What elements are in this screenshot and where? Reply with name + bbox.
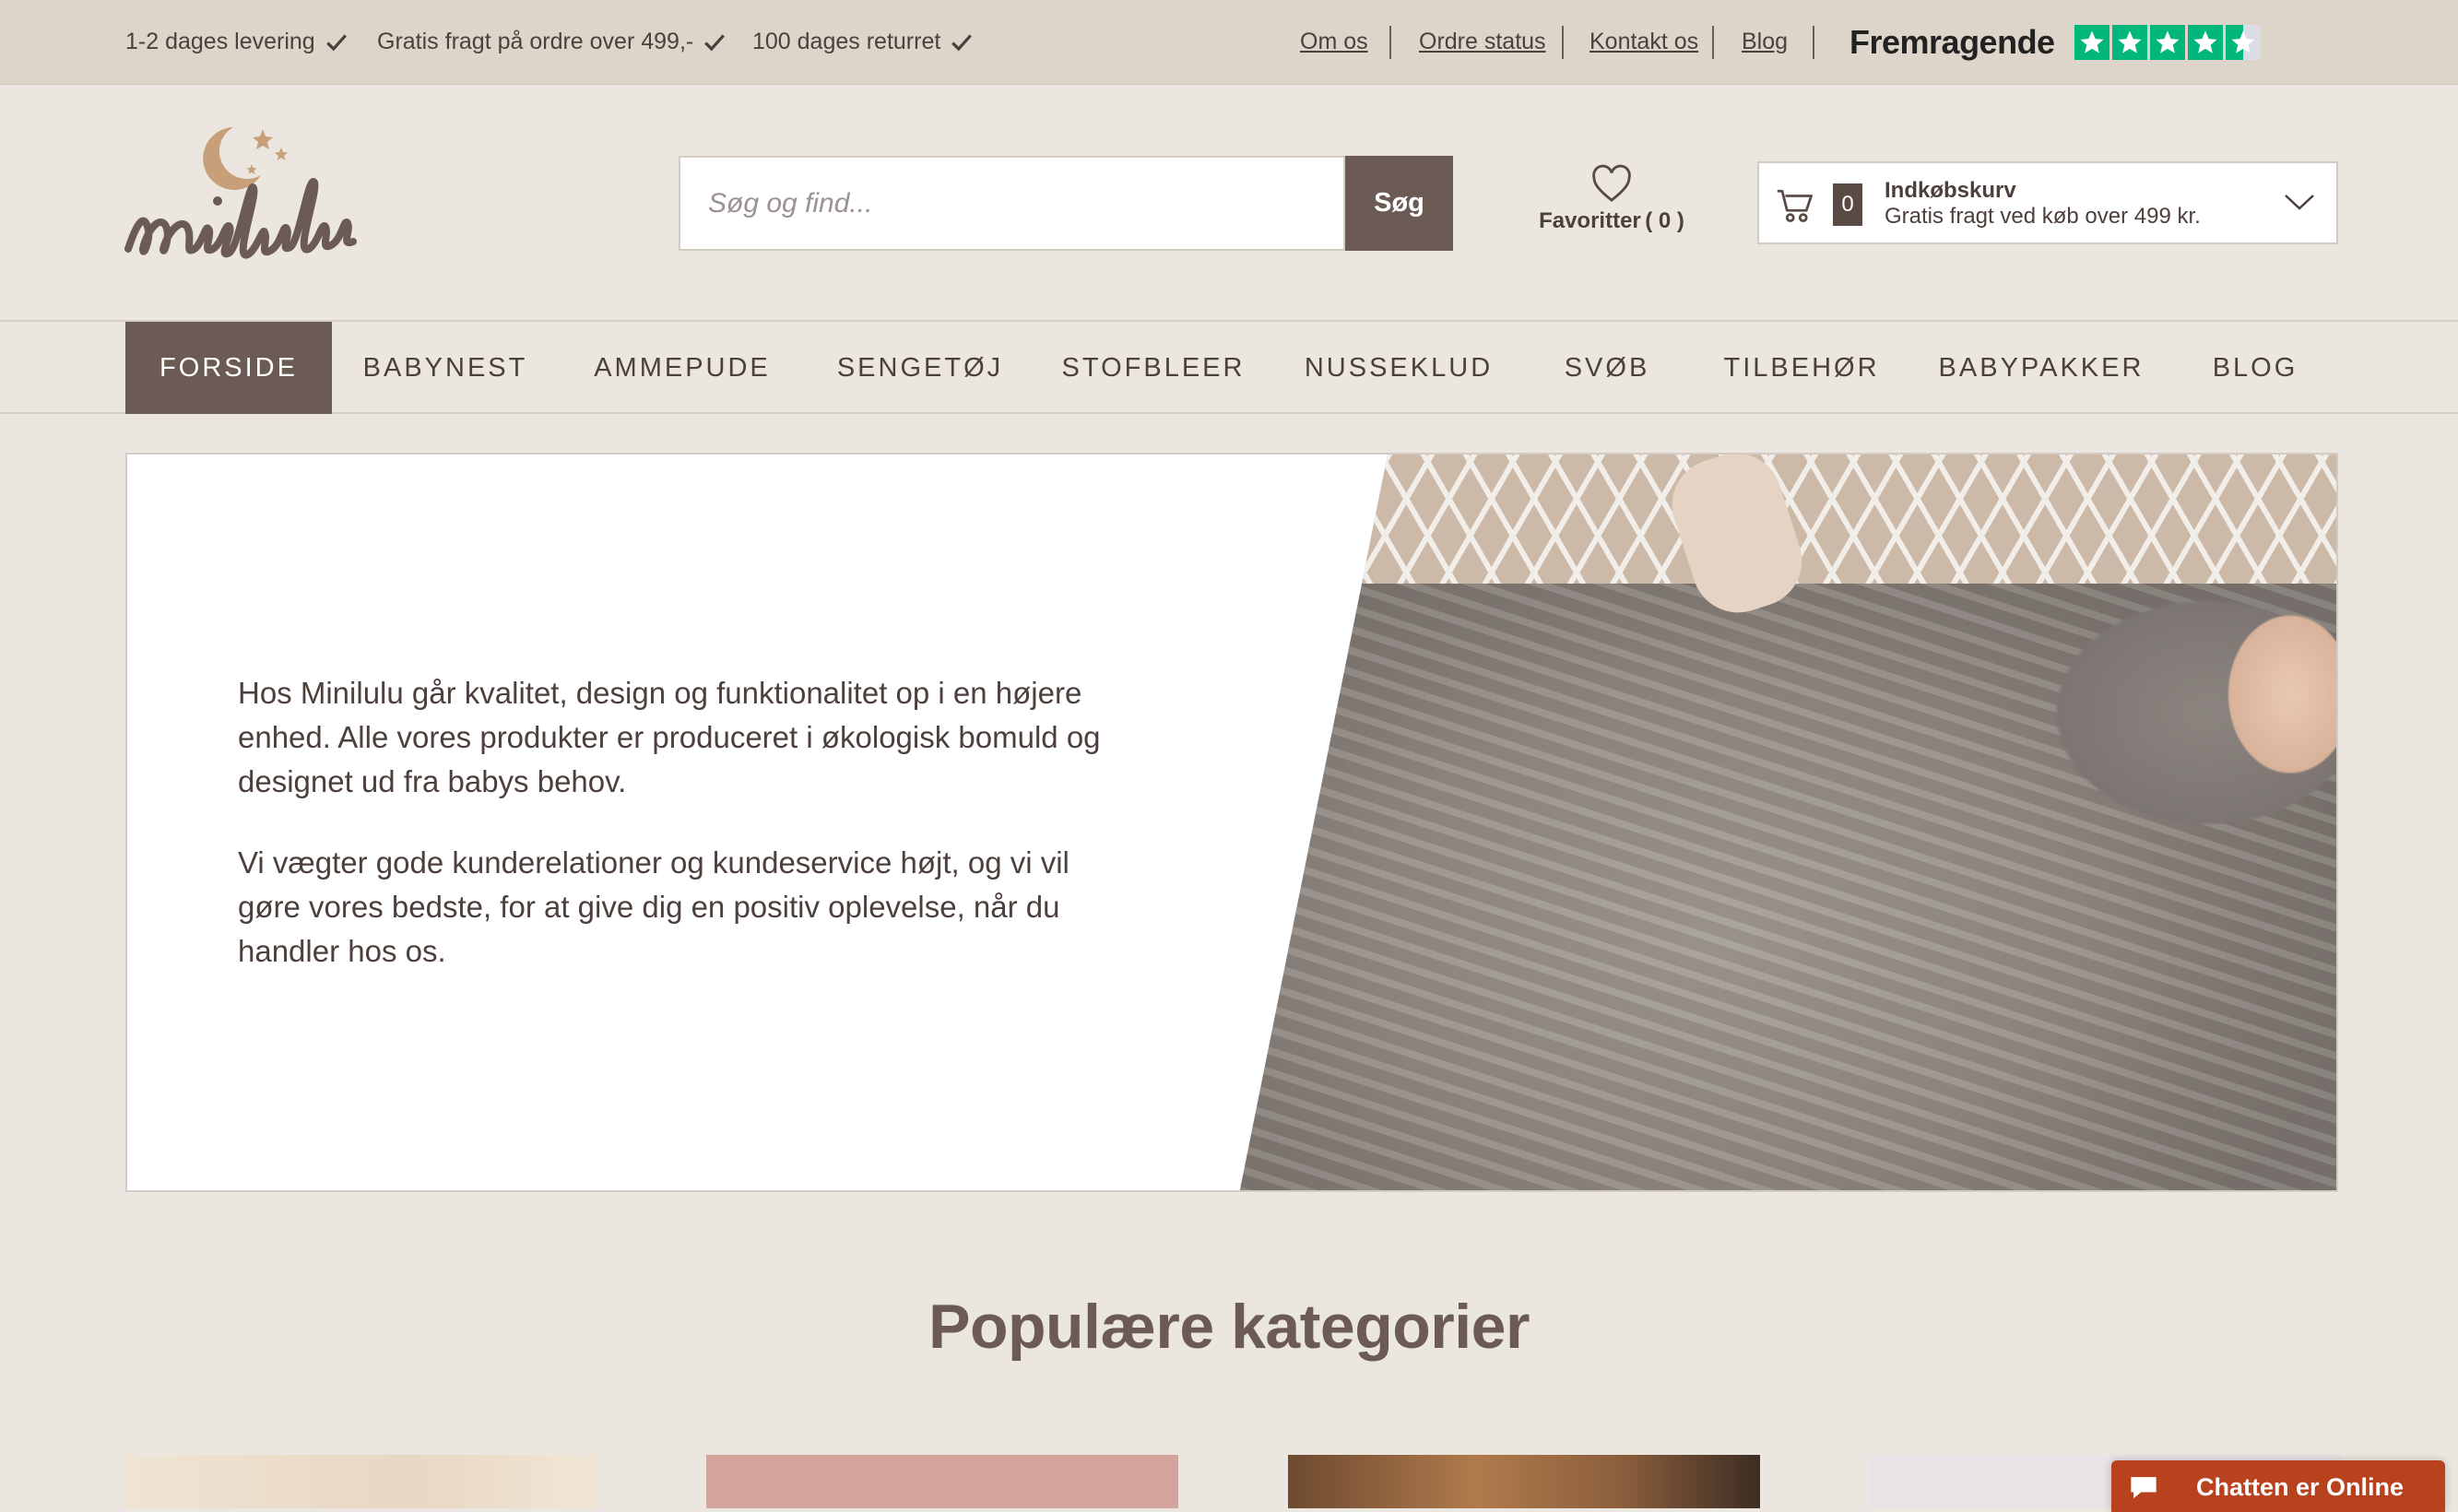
check-icon bbox=[704, 33, 726, 51]
nav-item-ammepude[interactable]: AMMEPUDE bbox=[583, 322, 782, 414]
nav-item-blog[interactable]: BLOG bbox=[2198, 322, 2312, 414]
check-icon bbox=[325, 33, 347, 51]
trustpilot-label[interactable]: Fremragende bbox=[1849, 0, 2055, 84]
category-card[interactable] bbox=[706, 1455, 1178, 1508]
hero-paragraph: Hos Minilulu går kvalitet, design og fun… bbox=[238, 676, 1101, 798]
check-icon bbox=[951, 33, 973, 51]
chat-label: Chatten er Online bbox=[2196, 1473, 2405, 1501]
divider bbox=[1712, 26, 1714, 59]
divider bbox=[1562, 26, 1564, 59]
star-icon bbox=[2074, 25, 2109, 60]
main-nav: FORSIDE BABYNEST AMMEPUDE SENGETØJ STOFB… bbox=[0, 320, 2458, 414]
nav-item-tilbehor[interactable]: TILBEHØR bbox=[1713, 322, 1890, 414]
section-title: Populære kategorier bbox=[928, 1292, 1530, 1362]
link-ordre-status[interactable]: Ordre status bbox=[1419, 0, 1546, 84]
favorites-label: Favoritter bbox=[1539, 208, 1641, 233]
trustpilot-stars[interactable] bbox=[2074, 25, 2261, 60]
search-button[interactable]: Søg bbox=[1345, 156, 1453, 251]
chat-bubble-icon bbox=[2131, 1477, 2157, 1499]
favorites-count: ( 0 ) bbox=[1645, 208, 1684, 233]
top-bar: 1-2 dages levering Gratis fragt på ordre… bbox=[0, 0, 2458, 85]
divider bbox=[1813, 26, 1814, 59]
category-card[interactable] bbox=[125, 1455, 597, 1508]
nav-item-stofbleer[interactable]: STOFBLEER bbox=[1058, 322, 1248, 414]
usp-label: 100 dages returret bbox=[752, 29, 941, 54]
hero-banner: Hos Minilulu går kvalitet, design og fun… bbox=[125, 453, 2338, 1192]
chevron-down-icon bbox=[2285, 195, 2314, 210]
heart-icon bbox=[1592, 164, 1631, 202]
usp-return: 100 dages returret bbox=[752, 0, 974, 84]
minilulu-logo[interactable] bbox=[124, 120, 466, 277]
chat-widget-button[interactable]: Chatten er Online bbox=[2111, 1460, 2445, 1512]
star-icon bbox=[2150, 25, 2185, 60]
hero-text: Hos Minilulu går kvalitet, design og fun… bbox=[238, 671, 1114, 1010]
cart-title: Indkøbskurv bbox=[1885, 178, 2016, 203]
divider bbox=[1389, 26, 1391, 59]
cart-dropdown[interactable]: 0 Indkøbskurv Gratis fragt ved køb over … bbox=[1757, 161, 2338, 244]
cart-subtitle: Gratis fragt ved køb over 499 kr. bbox=[1885, 204, 2201, 229]
cart-count-badge: 0 bbox=[1833, 183, 1862, 226]
usp-label: 1-2 dages levering bbox=[125, 29, 315, 54]
star-icon bbox=[2188, 25, 2223, 60]
nav-item-nusseklud[interactable]: NUSSEKLUD bbox=[1296, 322, 1501, 414]
search-bar: Søg bbox=[679, 156, 1453, 251]
hero-paragraph: Vi vægter gode kunderelationer og kundes… bbox=[238, 845, 1069, 968]
link-blog[interactable]: Blog bbox=[1742, 0, 1788, 84]
usp-label: Gratis fragt på ordre over 499,- bbox=[377, 29, 694, 54]
star-icon bbox=[2112, 25, 2147, 60]
link-kontakt-os[interactable]: Kontakt os bbox=[1589, 0, 1698, 84]
usp-free-shipping: Gratis fragt på ordre over 499,- bbox=[377, 0, 727, 84]
category-card[interactable] bbox=[1288, 1455, 1760, 1508]
favorites-button[interactable]: Favoritter ( 0 ) bbox=[1519, 164, 1704, 234]
search-input[interactable] bbox=[679, 156, 1345, 251]
half-star-icon bbox=[2226, 25, 2261, 60]
link-om-os[interactable]: Om os bbox=[1300, 0, 1368, 84]
nav-item-babynest[interactable]: BABYNEST bbox=[354, 322, 537, 414]
hero-image-baby-blanket bbox=[1239, 455, 2336, 1190]
nav-item-forside[interactable]: FORSIDE bbox=[125, 322, 332, 414]
nav-item-sengetoj[interactable]: SENGETØJ bbox=[828, 322, 1012, 414]
usp-delivery: 1-2 dages levering bbox=[125, 0, 349, 84]
cart-icon bbox=[1777, 189, 1813, 223]
nav-item-babypakker[interactable]: BABYPAKKER bbox=[1936, 322, 2146, 414]
nav-item-svob[interactable]: SVØB bbox=[1549, 322, 1665, 414]
